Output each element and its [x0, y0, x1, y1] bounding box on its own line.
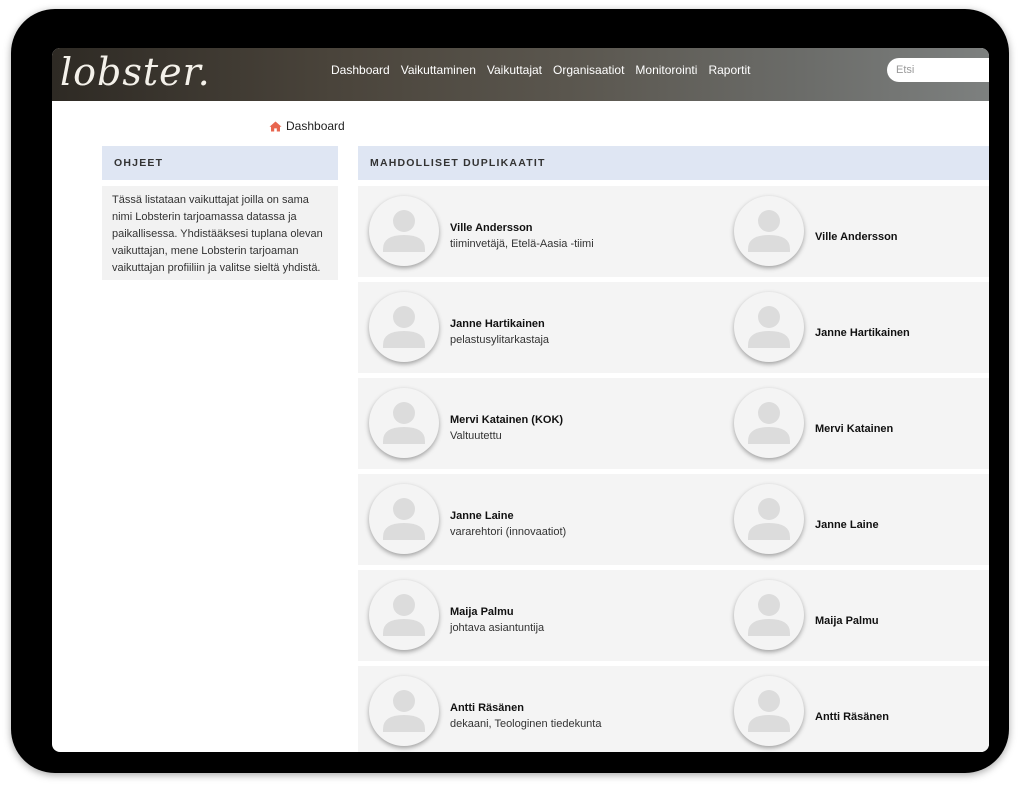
person-local: Maija Palmu johtava asiantuntija	[450, 606, 544, 634]
user-icon	[383, 594, 425, 636]
avatar[interactable]	[734, 580, 804, 650]
person-lobster: Maija Palmu	[815, 615, 879, 627]
person-name[interactable]: Janne Laine	[815, 519, 879, 531]
user-icon	[383, 306, 425, 348]
person-name[interactable]: Maija Palmu	[450, 606, 544, 618]
nav-vaikuttajat[interactable]: Vaikuttajat	[487, 63, 542, 77]
top-navbar: lobster. Dashboard Vaikuttaminen Vaikutt…	[52, 48, 989, 101]
search-input[interactable]	[887, 58, 989, 82]
person-lobster: Ville Andersson	[815, 231, 898, 243]
breadcrumb: Dashboard	[269, 119, 345, 133]
person-local: Janne Laine vararehtori (innovaatiot)	[450, 510, 566, 538]
duplicate-row: Maija Palmu johtava asiantuntija Maija P…	[358, 570, 989, 661]
tablet-frame: lobster. Dashboard Vaikuttaminen Vaikutt…	[11, 9, 1009, 773]
person-name[interactable]: Mervi Katainen (KOK)	[450, 414, 563, 426]
user-icon	[748, 498, 790, 540]
home-icon[interactable]	[269, 121, 282, 132]
person-name[interactable]: Mervi Katainen	[815, 423, 893, 435]
avatar[interactable]	[369, 292, 439, 362]
nav-raportit[interactable]: Raportit	[708, 63, 750, 77]
person-name[interactable]: Maija Palmu	[815, 615, 879, 627]
duplicate-row: Janne Laine vararehtori (innovaatiot) Ja…	[358, 474, 989, 565]
instructions-text: Tässä listataan vaikuttajat joilla on sa…	[102, 186, 338, 280]
person-title: pelastusylitarkastaja	[450, 334, 550, 346]
avatar[interactable]	[369, 676, 439, 746]
person-lobster: Janne Hartikainen	[815, 327, 910, 339]
person-title: dekaani, Teologinen tiedekunta	[450, 718, 602, 730]
avatar[interactable]	[369, 580, 439, 650]
user-icon	[748, 594, 790, 636]
person-name[interactable]: Ville Andersson	[450, 222, 594, 234]
duplicate-row: Mervi Katainen (KOK) Valtuutettu Mervi K…	[358, 378, 989, 469]
nav-vaikuttaminen[interactable]: Vaikuttaminen	[401, 63, 476, 77]
avatar[interactable]	[369, 196, 439, 266]
person-title: vararehtori (innovaatiot)	[450, 526, 567, 538]
user-icon	[748, 690, 790, 732]
avatar[interactable]	[369, 388, 439, 458]
main-nav: Dashboard Vaikuttaminen Vaikuttajat Orga…	[331, 63, 761, 77]
duplicates-header: MAHDOLLISET DUPLIKAATIT	[358, 146, 989, 180]
person-local: Ville Andersson tiiminvetäjä, Etelä-Aasi…	[450, 222, 594, 250]
duplicate-row: Ville Andersson tiiminvetäjä, Etelä-Aasi…	[358, 186, 989, 277]
user-icon	[383, 498, 425, 540]
person-name[interactable]: Antti Räsänen	[450, 702, 601, 714]
breadcrumb-dashboard[interactable]: Dashboard	[286, 119, 345, 133]
nav-organisaatiot[interactable]: Organisaatiot	[553, 63, 624, 77]
person-lobster: Antti Räsänen	[815, 711, 889, 723]
person-title: johtava asiantuntija	[450, 622, 545, 634]
person-name[interactable]: Janne Hartikainen	[450, 318, 549, 330]
avatar[interactable]	[734, 292, 804, 362]
person-local: Mervi Katainen (KOK) Valtuutettu	[450, 414, 563, 442]
person-lobster: Mervi Katainen	[815, 423, 893, 435]
avatar[interactable]	[734, 676, 804, 746]
person-name[interactable]: Janne Hartikainen	[815, 327, 910, 339]
user-icon	[383, 402, 425, 444]
duplicate-row: Janne Hartikainen pelastusylitarkastaja …	[358, 282, 989, 373]
nav-monitorointi[interactable]: Monitorointi	[635, 63, 697, 77]
avatar[interactable]	[369, 484, 439, 554]
person-lobster: Janne Laine	[815, 519, 879, 531]
person-title: tiiminvetäjä, Etelä-Aasia -tiimi	[450, 238, 594, 250]
user-icon	[748, 210, 790, 252]
avatar[interactable]	[734, 484, 804, 554]
user-icon	[383, 690, 425, 732]
avatar[interactable]	[734, 388, 804, 458]
person-local: Janne Hartikainen pelastusylitarkastaja	[450, 318, 549, 346]
nav-dashboard[interactable]: Dashboard	[331, 63, 390, 77]
screen: lobster. Dashboard Vaikuttaminen Vaikutt…	[52, 48, 989, 752]
instructions-header: OHJEET	[102, 146, 338, 180]
user-icon	[748, 402, 790, 444]
avatar[interactable]	[734, 196, 804, 266]
person-local: Antti Räsänen dekaani, Teologinen tiedek…	[450, 702, 601, 730]
logo[interactable]: lobster.	[60, 50, 211, 94]
user-icon	[748, 306, 790, 348]
person-title: Valtuutettu	[450, 430, 502, 442]
duplicate-row: Antti Räsänen dekaani, Teologinen tiedek…	[358, 666, 989, 752]
user-icon	[383, 210, 425, 252]
person-name[interactable]: Antti Räsänen	[815, 711, 889, 723]
duplicates-list: Ville Andersson tiiminvetäjä, Etelä-Aasi…	[358, 186, 989, 752]
person-name[interactable]: Ville Andersson	[815, 231, 898, 243]
person-name[interactable]: Janne Laine	[450, 510, 566, 522]
